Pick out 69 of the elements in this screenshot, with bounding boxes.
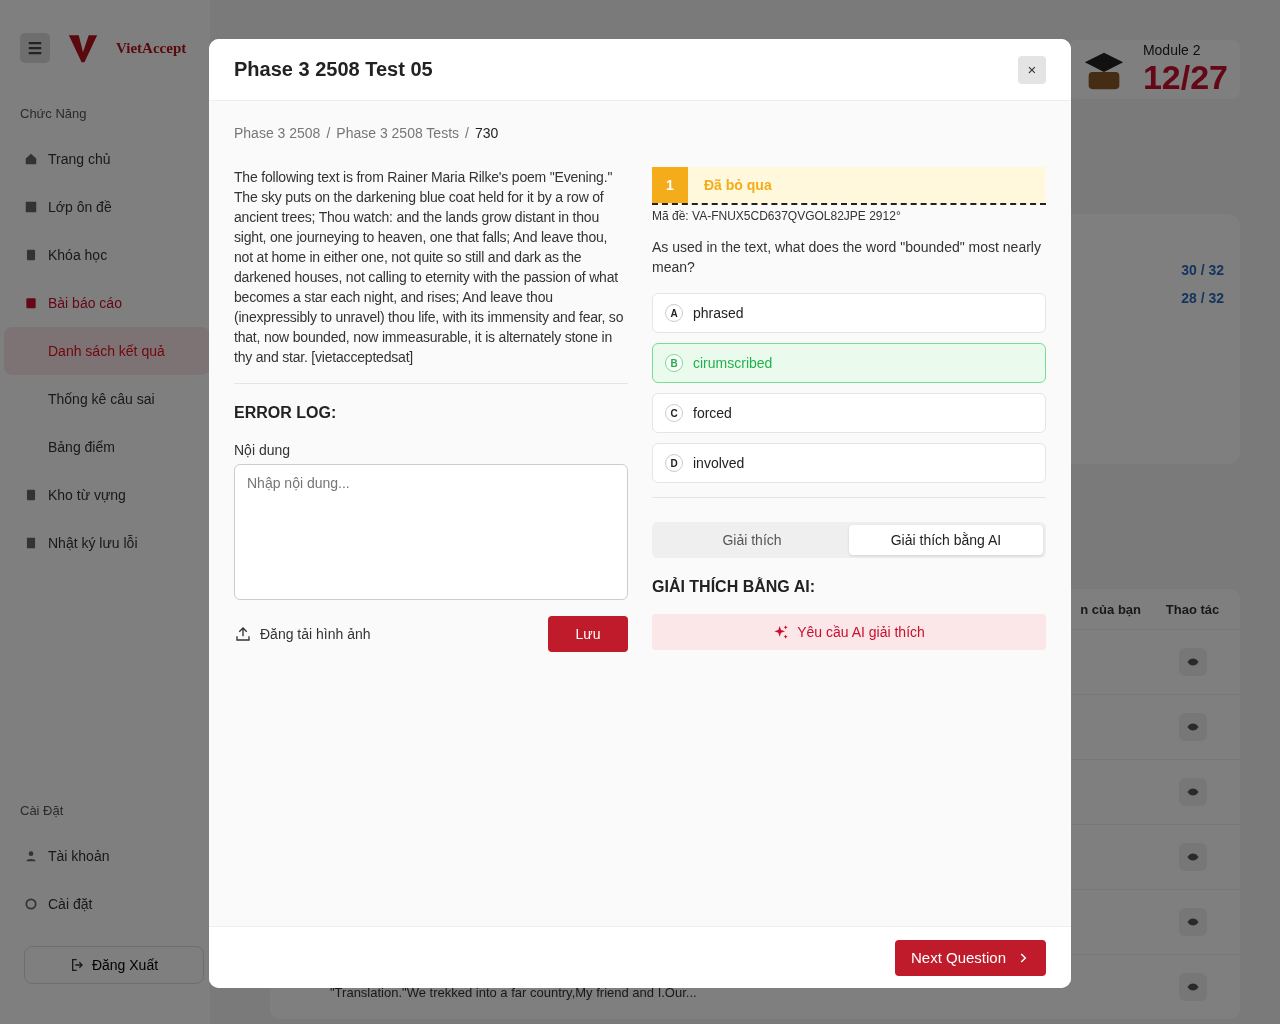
- upload-icon: [234, 625, 252, 643]
- answer-option[interactable]: D involved: [652, 443, 1046, 483]
- breadcrumb-link[interactable]: Phase 3 2508: [234, 125, 321, 141]
- answer-option[interactable]: B cirumscribed: [652, 343, 1046, 383]
- field-label: Nội dung: [234, 442, 292, 458]
- column-header: n của bạn: [1079, 600, 1142, 619]
- eye-icon: [1186, 851, 1199, 863]
- user-icon: [24, 849, 38, 863]
- modal-title: Phase 3 2508 Test 05: [234, 58, 433, 81]
- section-title: Chức Năng: [19, 105, 88, 123]
- sidebar-item[interactable]: Trang chủ: [4, 135, 210, 183]
- breadcrumb-separator: /: [326, 125, 331, 141]
- sidebar-item[interactable]: Cài đặt: [4, 880, 210, 928]
- eye-icon: [1186, 981, 1199, 993]
- logout-button[interactable]: Đăng Xuất: [24, 946, 204, 984]
- option-letter: B: [665, 354, 683, 372]
- passage-text: The following text is from Rainer Maria Rilke's poem "Evening." The sky puts on the darkening blue coat held for it by a row of ancient trees; Thou watch: and the lands grow distant in thou sight, one journeying to heaven, one that falls; And leave thou, not at home in either one, not quite so still and dark as the darkened houses, not calling to eternity with the passion of what becomes a star each night, and rises; And leave thou (inexpressibly to unravel) thou life, with its immensity and fear, so that, now bounded, now immeasurable, it is alternately stone in thy and star. [vietacceptedsat]: [234, 168, 625, 367]
- eye-icon: [1186, 786, 1199, 798]
- view-button[interactable]: [1178, 843, 1207, 871]
- logo-text: VietAccept: [116, 39, 187, 57]
- ai-explain-button[interactable]: Yêu cầu AI giải thích: [652, 614, 1046, 650]
- view-button[interactable]: [1178, 973, 1207, 1001]
- sidebar-item[interactable]: Tài khoản: [4, 832, 210, 880]
- upload-button[interactable]: Đăng tải hình ảnh: [234, 625, 371, 643]
- view-button[interactable]: [1178, 778, 1207, 806]
- save-button[interactable]: Lưu: [548, 616, 628, 652]
- view-button[interactable]: [1178, 648, 1207, 676]
- sidebar-subitem[interactable]: Danh sách kết quả: [4, 327, 210, 375]
- section-heading: GIẢI THÍCH BẰNG AI:: [652, 578, 816, 596]
- option-letter: D: [665, 454, 683, 472]
- sidebar-item[interactable]: Lớp ôn đề: [4, 183, 210, 231]
- eye-icon: [1186, 721, 1199, 733]
- section-title: Cài Đặt: [19, 802, 65, 820]
- eye-icon: [1186, 916, 1199, 928]
- section-heading: ERROR LOG:: [234, 404, 338, 422]
- tab[interactable]: Giải thích: [655, 525, 849, 555]
- module-label: Module 2: [1142, 42, 1202, 58]
- sidebar-subitem[interactable]: Thống kê câu sai: [4, 375, 210, 423]
- option-letter: A: [665, 304, 683, 322]
- view-button[interactable]: [1178, 713, 1207, 741]
- question-text: As used in the text, what does the word "bounded" most nearly mean?: [652, 238, 1042, 277]
- sidebar-item[interactable]: Kho từ vựng: [4, 471, 210, 519]
- table-cell: "Translation."We trekked into a far country,My friend and I.Our...: [330, 985, 697, 1000]
- sidebar-item[interactable]: Khóa học: [4, 231, 210, 279]
- score-text: 28 / 32: [1181, 290, 1224, 308]
- module-score: 12/27: [1142, 58, 1228, 97]
- content-field[interactable]: Nhập nội dung...: [234, 464, 628, 600]
- home-icon: [24, 152, 38, 166]
- next-question-button[interactable]: Next Question: [894, 939, 1046, 976]
- sidebar-subitem[interactable]: Bảng điểm: [4, 423, 210, 471]
- breadcrumb-link[interactable]: Phase 3 2508 Tests: [336, 125, 459, 141]
- option-letter: C: [665, 404, 683, 422]
- answer-option[interactable]: A phrased: [652, 293, 1046, 333]
- view-button[interactable]: [1178, 908, 1207, 936]
- close-button[interactable]: ×: [1018, 55, 1046, 84]
- breadcrumb-current: 730: [474, 125, 499, 141]
- sidebar-item[interactable]: Nhật ký lưu lỗi: [4, 519, 210, 567]
- column-header: Thao tác: [1164, 600, 1221, 619]
- score-text: 30 / 32: [1181, 262, 1224, 280]
- sparkle-icon: [773, 624, 790, 640]
- status-label: Đã bỏ qua: [704, 177, 772, 193]
- tab[interactable]: Giải thích bằng AI: [849, 525, 1043, 555]
- sidebar-item[interactable]: Bài báo cáo: [4, 279, 210, 327]
- menu-icon: [20, 33, 50, 63]
- eye-icon: [1186, 656, 1199, 668]
- question-code: Mã đề: VA-FNUX5CD637QVGOL82JPE 2912°: [652, 209, 902, 223]
- breadcrumb-separator: /: [465, 125, 469, 141]
- question-number: 1: [652, 167, 688, 203]
- answer-option[interactable]: C forced: [652, 393, 1046, 433]
